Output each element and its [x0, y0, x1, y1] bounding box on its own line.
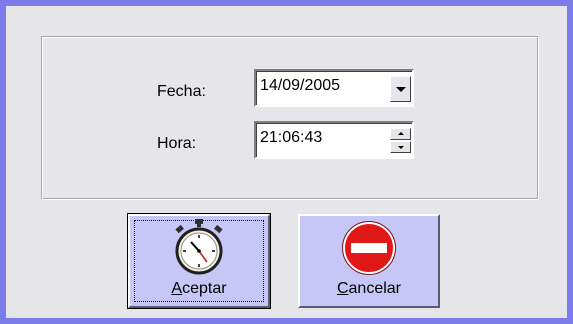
accept-label-rest: ceptar — [182, 280, 227, 297]
cancel-button[interactable]: Cancelar — [298, 214, 440, 308]
hora-label: Hora: — [157, 135, 197, 152]
dialog-window: Fecha: 14/09/2005 Hora: 21:06:43 Aceptar… — [0, 0, 573, 324]
hora-spin-down-button[interactable] — [390, 141, 411, 153]
stopwatch-icon — [175, 219, 223, 275]
hora-value[interactable]: 21:06:43 — [260, 129, 322, 147]
arrow-up-icon — [398, 132, 404, 135]
cancel-label-rest: ancelar — [348, 280, 402, 297]
no-entry-icon — [342, 221, 396, 275]
accept-button[interactable]: Aceptar — [127, 213, 271, 309]
hora-time-picker[interactable]: 21:06:43 — [254, 121, 414, 159]
fecha-dropdown-button[interactable] — [390, 76, 411, 102]
fecha-date-picker[interactable]: 14/09/2005 — [254, 69, 414, 107]
hora-spin-up-button[interactable] — [390, 128, 411, 140]
cancel-mnemonic: C — [336, 280, 349, 297]
fecha-label: Fecha: — [157, 83, 206, 100]
fecha-value[interactable]: 14/09/2005 — [260, 77, 340, 95]
accept-button-label: Aceptar — [130, 280, 268, 298]
date-time-group — [41, 36, 539, 200]
chevron-down-icon — [396, 87, 406, 92]
accept-mnemonic: A — [171, 280, 183, 297]
cancel-button-label: Cancelar — [300, 280, 438, 298]
arrow-down-icon — [398, 146, 404, 149]
